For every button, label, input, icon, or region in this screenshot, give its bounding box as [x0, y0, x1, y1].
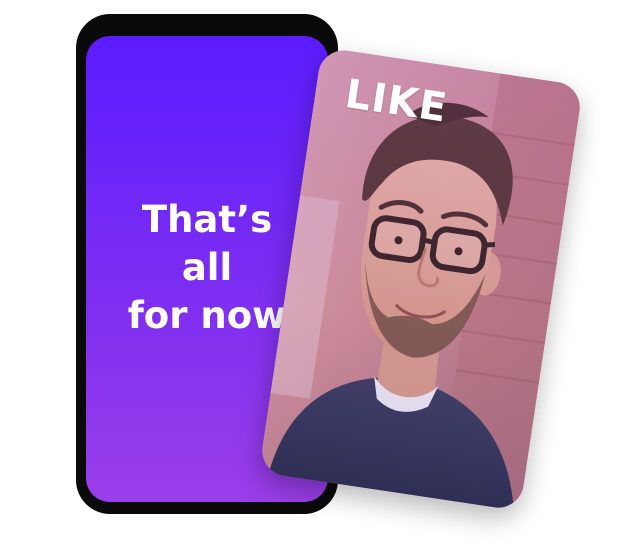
end-message-line-1: That’s [141, 198, 273, 241]
illustration-stage: That’s all for now LIKE [0, 0, 633, 558]
